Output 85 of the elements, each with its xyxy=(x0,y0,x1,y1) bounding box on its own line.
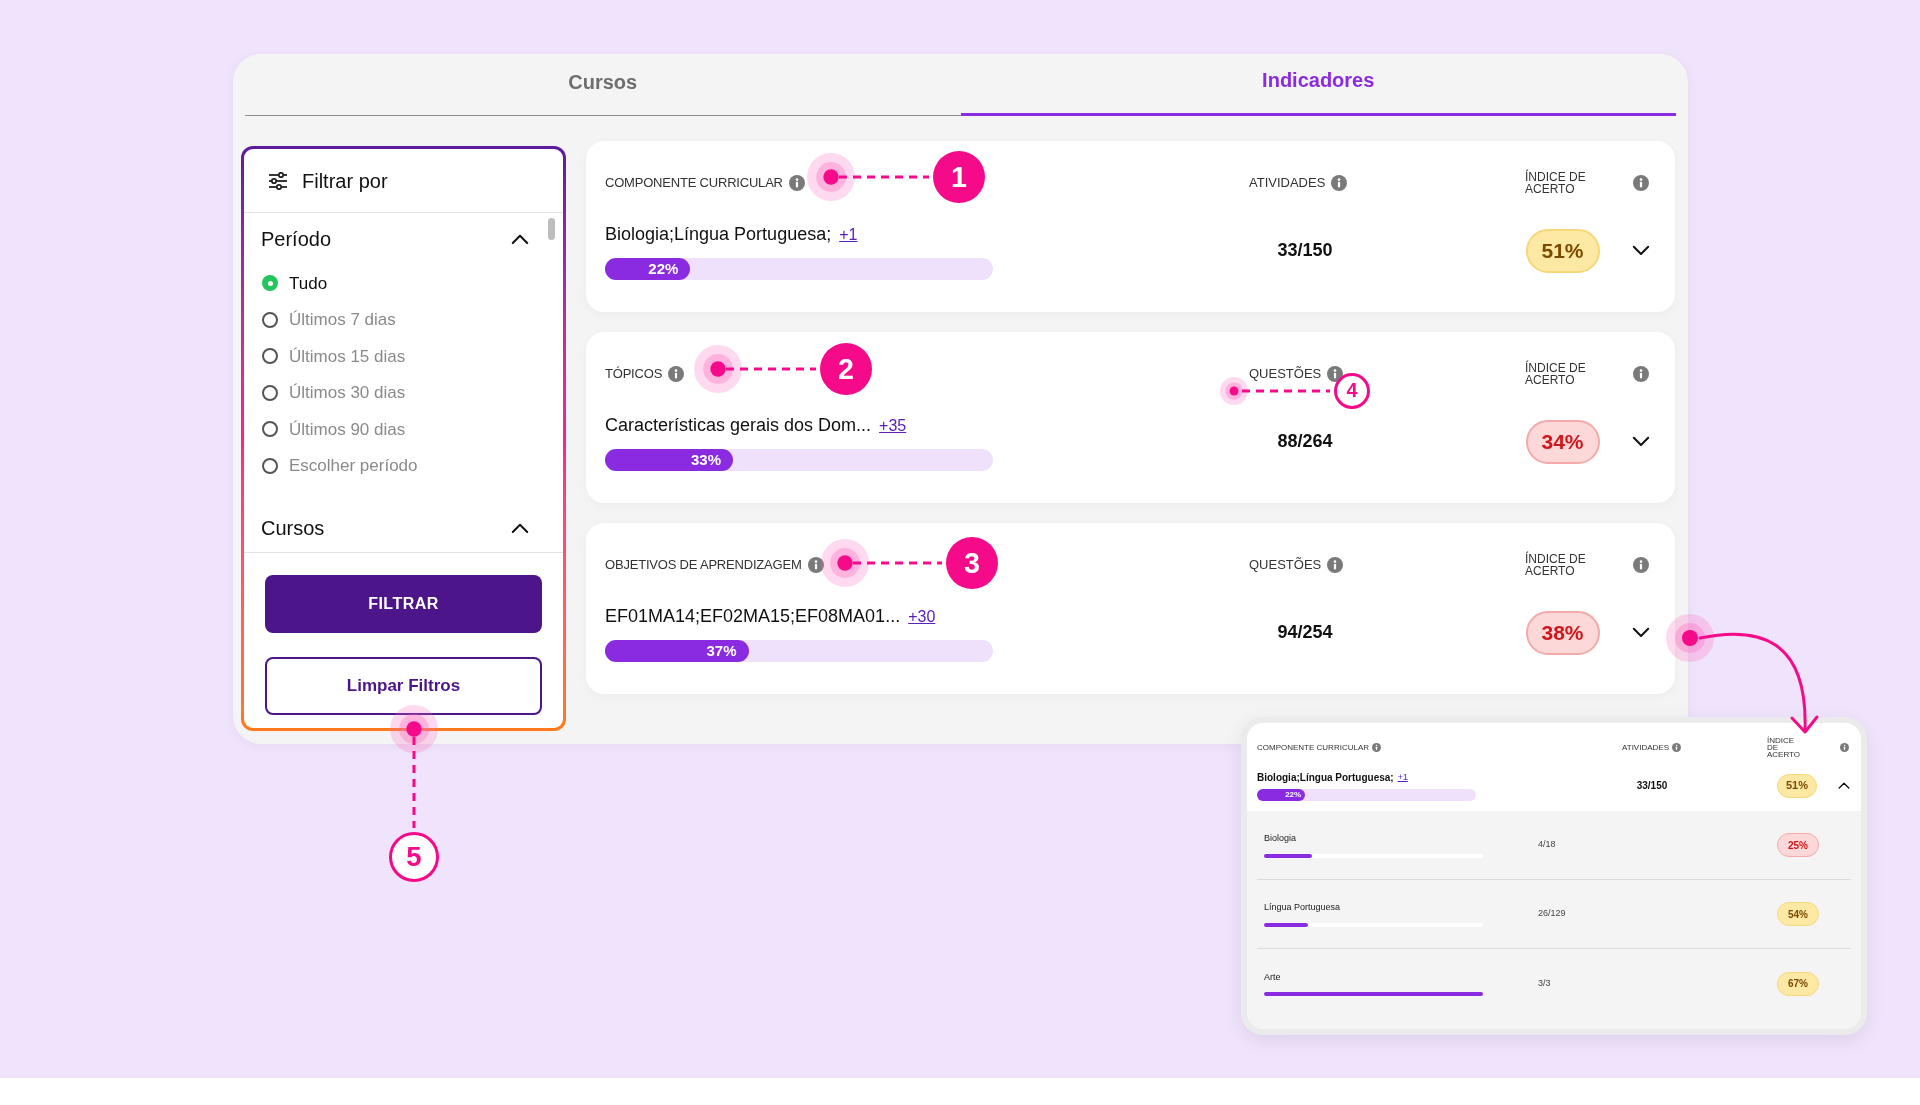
count-value: 33/150 xyxy=(1636,779,1668,793)
radio-option[interactable]: Últimos 30 dias xyxy=(262,374,563,411)
count-value: 3/3 xyxy=(1538,976,1552,990)
radio-unchecked[interactable] xyxy=(262,421,278,438)
column-header: ATIVIDADES xyxy=(1249,174,1326,193)
column-header: COMPONENTE CURRICULAR xyxy=(605,174,783,193)
chevron-up-icon[interactable] xyxy=(511,233,529,245)
info-icon[interactable] xyxy=(1327,557,1344,573)
section-header[interactable]: Período xyxy=(244,215,563,263)
column-header: ÍNDICE DE ACERTO xyxy=(1525,553,1587,577)
more-link[interactable]: +35 xyxy=(879,413,907,438)
progress-label: 33% xyxy=(691,449,722,470)
score-badge: 25% xyxy=(1777,833,1819,857)
info-icon[interactable] xyxy=(668,366,685,382)
target-dot xyxy=(694,345,742,393)
more-link[interactable]: +30 xyxy=(908,604,936,629)
column-header: ÍNDICE DE ACERTO xyxy=(1767,737,1802,758)
score-badge: 51% xyxy=(1525,228,1600,273)
sub-item-name: Arte xyxy=(1264,970,1282,984)
column-header: QUESTÕES xyxy=(1249,556,1322,575)
section-header[interactable]: Cursos xyxy=(244,504,563,552)
score-badge: 54% xyxy=(1777,902,1819,926)
filter-button[interactable]: FILTRAR xyxy=(265,575,542,633)
target-dot xyxy=(807,153,855,201)
progress-label: 37% xyxy=(706,640,737,661)
sub-item-name: Biologia xyxy=(1264,832,1298,846)
count-value: 88/264 xyxy=(1277,430,1333,453)
chevron-up-icon[interactable] xyxy=(511,522,529,534)
info-icon[interactable] xyxy=(1327,366,1344,382)
score-badge: 67% xyxy=(1777,971,1819,996)
target-dot xyxy=(1220,377,1248,405)
target-dot xyxy=(390,705,438,753)
info-icon[interactable] xyxy=(1632,557,1649,573)
progress-label: 22% xyxy=(1285,789,1302,801)
item-name: Biologia;Língua Portuguesa; xyxy=(1257,771,1394,785)
info-icon[interactable] xyxy=(788,175,805,191)
radio-option[interactable]: Tudo xyxy=(262,265,563,302)
tab[interactable]: Cursos xyxy=(245,54,961,116)
filter-title: Filtrar por xyxy=(302,168,388,194)
score-badge: 38% xyxy=(1525,610,1600,655)
count-value: 94/254 xyxy=(1277,621,1333,644)
count-value: 4/18 xyxy=(1538,838,1557,852)
chevron-down-icon[interactable] xyxy=(1631,245,1650,256)
radio-option[interactable]: Escolher período xyxy=(262,447,563,484)
column-header: COMPONENTE CURRICULAR xyxy=(1257,741,1369,754)
sliders-icon xyxy=(268,171,288,190)
clear-filters-button[interactable]: Limpar Filtros xyxy=(265,657,542,715)
column-header: ÍNDICE DE ACERTO xyxy=(1525,171,1587,195)
item-name: Características gerais dos Dom... xyxy=(605,414,872,437)
column-header: QUESTÕES xyxy=(1249,365,1322,384)
tab[interactable]: Indicadores xyxy=(960,54,1676,116)
score-badge: 34% xyxy=(1525,419,1600,464)
column-header: ATIVIDADES xyxy=(1622,741,1669,754)
scrollbar-thumb[interactable] xyxy=(548,218,555,240)
info-icon[interactable] xyxy=(1632,366,1649,382)
info-icon[interactable] xyxy=(1372,743,1381,752)
column-header: OBJETIVOS DE APRENDIZAGEM xyxy=(605,556,802,575)
info-icon[interactable] xyxy=(807,557,824,573)
progress-label: 22% xyxy=(648,258,679,279)
info-icon[interactable] xyxy=(1672,743,1681,752)
chevron-down-icon[interactable] xyxy=(1631,627,1650,638)
more-link[interactable]: +1 xyxy=(839,222,858,247)
target-dot xyxy=(821,539,869,587)
radio-checked[interactable] xyxy=(262,275,278,292)
more-link[interactable]: +1 xyxy=(1397,770,1408,785)
count-value: 26/129 xyxy=(1538,907,1567,921)
info-icon[interactable] xyxy=(1331,175,1348,191)
score-badge: 51% xyxy=(1777,773,1817,798)
info-icon[interactable] xyxy=(1839,743,1849,752)
item-name: EF01MA14;EF02MA15;EF08MA01... xyxy=(605,605,901,628)
sub-item-name: Língua Portuguesa xyxy=(1264,901,1342,915)
info-icon[interactable] xyxy=(1632,175,1649,191)
radio-option[interactable]: Últimos 7 dias xyxy=(262,301,563,338)
column-header: TÓPICOS xyxy=(605,365,663,384)
target-dot xyxy=(1666,614,1714,662)
item-name: Biologia;Língua Portuguesa; xyxy=(605,223,832,246)
radio-unchecked[interactable] xyxy=(262,384,278,401)
radio-unchecked[interactable] xyxy=(262,311,278,328)
chevron-down-icon[interactable] xyxy=(1631,436,1650,447)
radio-option[interactable]: Últimos 90 dias xyxy=(262,411,563,448)
column-header: ÍNDICE DE ACERTO xyxy=(1525,362,1587,386)
chevron-up-icon[interactable] xyxy=(1838,781,1850,790)
radio-unchecked[interactable] xyxy=(262,348,278,365)
radio-unchecked[interactable] xyxy=(262,457,278,474)
count-value: 33/150 xyxy=(1277,239,1333,262)
